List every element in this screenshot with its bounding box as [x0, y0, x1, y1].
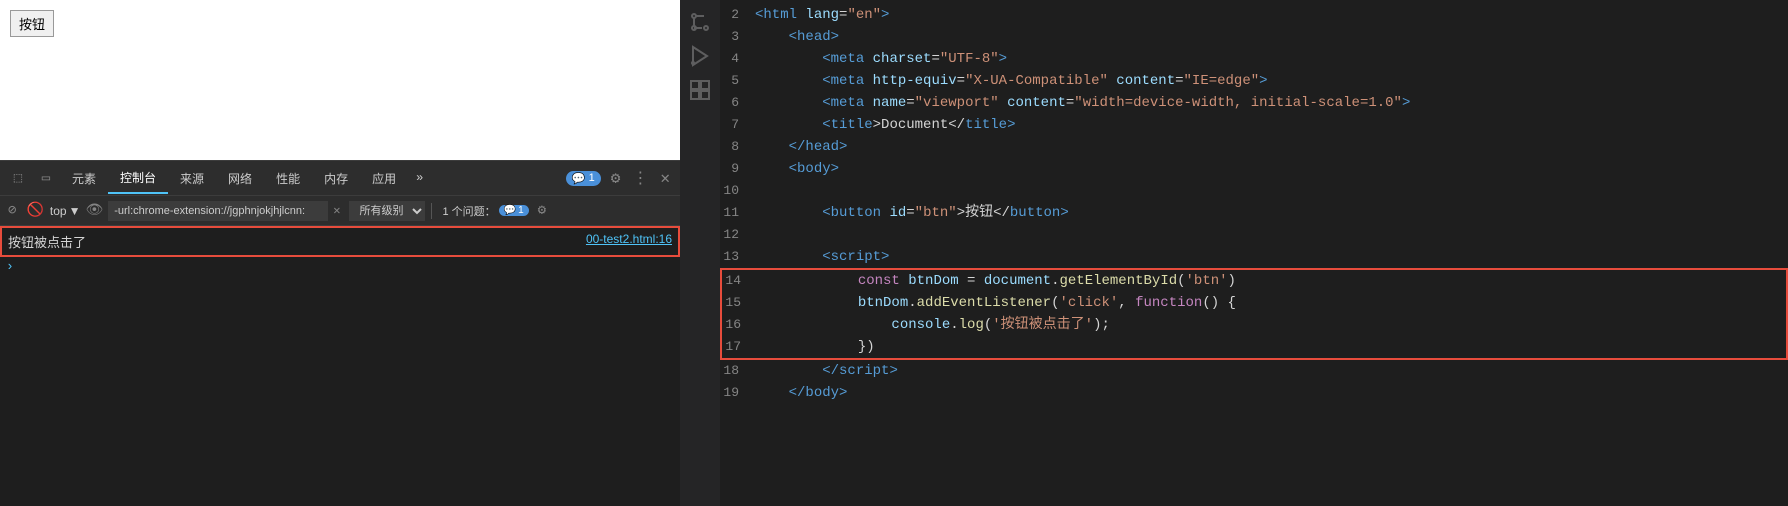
- code-line: 2<html lang="en">: [720, 4, 1788, 26]
- clear-filter-icon[interactable]: ✕: [330, 203, 343, 218]
- context-selector[interactable]: top ▼: [50, 204, 81, 218]
- code-line: 4 <meta charset="UTF-8">: [720, 48, 1788, 70]
- filter-input[interactable]: [108, 201, 328, 221]
- code-editor: 2<html lang="en">3 <head>4 <meta charset…: [720, 0, 1788, 506]
- demo-button[interactable]: 按钮: [10, 10, 54, 37]
- issues-indicator[interactable]: 1 个问题： 💬 1: [442, 203, 528, 219]
- run-icon[interactable]: [688, 44, 712, 68]
- message-icon: 💬: [572, 172, 586, 185]
- app-layout: 按钮 ⬚ ▭ 元素 控制台 来源 网络 性能 内存 应用 » 💬 1: [0, 0, 1788, 506]
- editor-section: 2<html lang="en">3 <head>4 <meta charset…: [680, 0, 1788, 506]
- code-line: 5 <meta http-equiv="X-UA-Compatible" con…: [720, 70, 1788, 92]
- code-line: 3 <head>: [720, 26, 1788, 48]
- more-options-icon[interactable]: ⋮: [626, 168, 654, 188]
- devtools-tab-bar: ⬚ ▭ 元素 控制台 来源 网络 性能 内存 应用 » 💬 1 ⚙ ⋮ ✕: [0, 161, 680, 196]
- tab-console[interactable]: 控制台: [108, 163, 168, 194]
- code-line: 12: [720, 224, 1788, 246]
- context-dropdown-icon: ▼: [69, 204, 81, 218]
- issues-text: 1 个问题：: [442, 203, 495, 219]
- settings-icon[interactable]: ⚙: [605, 168, 627, 188]
- prompt-chevron: ›: [6, 259, 14, 274]
- tab-application[interactable]: 应用: [360, 164, 408, 193]
- block-icon[interactable]: 🚫: [22, 202, 47, 219]
- issues-count: 1: [518, 205, 524, 216]
- issue-icon: 💬: [504, 205, 516, 216]
- inspect-icon[interactable]: ⬚: [4, 161, 32, 196]
- live-expression-icon[interactable]: 👁: [82, 202, 106, 219]
- code-line: 8 </head>: [720, 136, 1788, 158]
- highlight-box: 14 const btnDom = document.getElementByI…: [720, 268, 1788, 360]
- code-line: 16 console.log('按钮被点击了');: [722, 314, 1786, 336]
- editor-sidebar: [680, 0, 720, 506]
- code-line: 10: [720, 180, 1788, 202]
- badge-count: 1: [589, 172, 595, 184]
- issues-badge: 💬 1: [499, 205, 529, 216]
- console-prompt[interactable]: ›: [0, 257, 680, 276]
- browser-page: 按钮: [0, 0, 680, 160]
- git-icon[interactable]: [688, 10, 712, 34]
- console-log-message: 按钮被点击了: [8, 232, 586, 251]
- messages-badge[interactable]: 💬 1: [566, 171, 601, 186]
- issues-settings-icon[interactable]: ⚙: [535, 202, 549, 219]
- console-output: 按钮被点击了 00-test2.html:16 ›: [0, 226, 680, 506]
- code-line: 6 <meta name="viewport" content="width=d…: [720, 92, 1788, 114]
- code-line: 14 const btnDom = document.getElementByI…: [722, 270, 1786, 292]
- code-line: 15 btnDom.addEventListener('click', func…: [722, 292, 1786, 314]
- code-line: 9 <body>: [720, 158, 1788, 180]
- extensions-icon[interactable]: [688, 78, 712, 102]
- device-icon[interactable]: ▭: [32, 161, 60, 196]
- toolbar-divider: [431, 203, 432, 219]
- devtools-panel: ⬚ ▭ 元素 控制台 来源 网络 性能 内存 应用 » 💬 1 ⚙ ⋮ ✕: [0, 160, 680, 506]
- tab-elements[interactable]: 元素: [60, 164, 108, 193]
- code-line: 7 <title>Document</title>: [720, 114, 1788, 136]
- close-icon[interactable]: ✕: [654, 168, 676, 188]
- browser-devtools-panel: 按钮 ⬚ ▭ 元素 控制台 来源 网络 性能 内存 应用 » 💬 1: [0, 0, 680, 506]
- code-line: 17 }): [722, 336, 1786, 358]
- console-log-source[interactable]: 00-test2.html:16: [586, 232, 672, 246]
- tab-memory[interactable]: 内存: [312, 164, 360, 193]
- more-tabs-button[interactable]: »: [408, 165, 431, 191]
- top-label: top: [50, 204, 67, 218]
- tab-performance[interactable]: 性能: [264, 164, 312, 193]
- tab-network[interactable]: 网络: [216, 164, 264, 193]
- console-log-entry: 按钮被点击了 00-test2.html:16: [0, 226, 680, 257]
- code-line: 11 <button id="btn">按钮</button>: [720, 202, 1788, 224]
- code-lines: 2<html lang="en">3 <head>4 <meta charset…: [720, 4, 1788, 404]
- code-line: 18 </script>: [720, 360, 1788, 382]
- code-line: 13 <script>: [720, 246, 1788, 268]
- code-line: 19 </body>: [720, 382, 1788, 404]
- console-toolbar: ⊘ 🚫 top ▼ 👁 ✕ 所有级别 1 个问题： 💬 1: [0, 196, 680, 226]
- log-level-select[interactable]: 所有级别: [349, 201, 425, 221]
- clear-console-icon[interactable]: ⊘: [4, 202, 20, 219]
- tab-sources[interactable]: 来源: [168, 164, 216, 193]
